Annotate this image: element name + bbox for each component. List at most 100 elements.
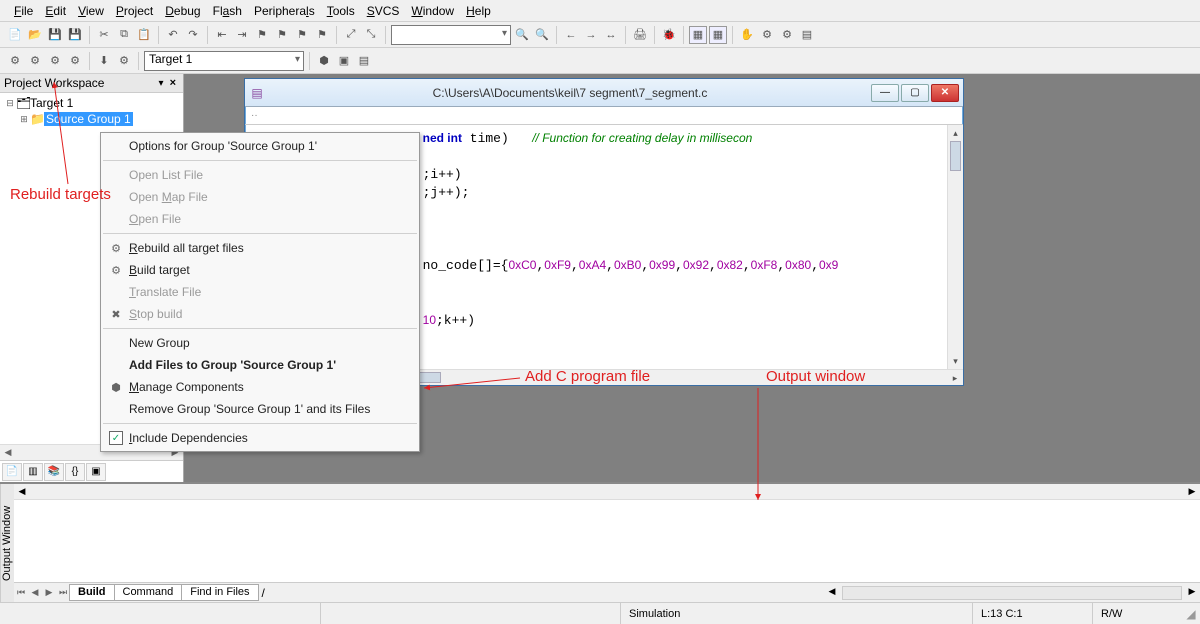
rebuild-icon[interactable]: ⚙ (26, 52, 44, 70)
output-content[interactable] (14, 500, 1200, 582)
ctx-manage-components[interactable]: ⬢Manage Components (101, 376, 419, 398)
maximize-button[interactable]: ▢ (901, 84, 929, 102)
tool-c-icon[interactable]: ⚙ (778, 26, 796, 44)
ctx-open-list-file: Open List File (101, 164, 419, 186)
tab-func-icon[interactable]: {} (65, 463, 85, 481)
bookmark-clear-icon[interactable]: ⚑ (313, 26, 331, 44)
menu-help[interactable]: Help (460, 2, 497, 20)
toolbar-build: ⚙ ⚙ ⚙ ⚙ ⬇ ⚙ Target 1 ⬢ ▣ ▤ (0, 48, 1200, 74)
menu-bar: File Edit View Project Debug Flash Perip… (0, 0, 1200, 22)
new-file-icon[interactable]: 📄 (6, 26, 24, 44)
find-in-files-icon[interactable]: 🔍 (533, 26, 551, 44)
tab-find[interactable]: Find in Files (181, 584, 258, 601)
indent-left-icon[interactable]: ⇤ (213, 26, 231, 44)
toolbar-main: 📄 📂 💾 💾 ✂ ⧉ 📋 ↶ ↷ ⇤ ⇥ ⚑ ⚑ ⚑ ⚑ ⤢ ⤡ 🔍 🔍 ← … (0, 22, 1200, 48)
menu-view[interactable]: View (72, 2, 110, 20)
open-icon[interactable]: 📂 (26, 26, 44, 44)
ctx-remove-group[interactable]: Remove Group 'Source Group 1' and its Fi… (101, 398, 419, 420)
close-panel-icon[interactable]: × (167, 77, 179, 89)
menu-debug[interactable]: Debug (159, 2, 206, 20)
resize-grip-icon[interactable]: ◢ (1182, 607, 1200, 621)
tree-group[interactable]: ⊞📁 Source Group 1 (4, 111, 179, 127)
ctx-new-group[interactable]: New Group (101, 332, 419, 354)
output-hscroll[interactable]: ◀▶ (268, 586, 1200, 600)
save-icon[interactable]: 💾 (46, 26, 64, 44)
menu-peripherals[interactable]: Peripherals (248, 2, 321, 20)
output-tabs: ⏮ ◀ ▶ ⏭ Build Command Find in Files / ◀▶ (14, 582, 1200, 602)
workspace-tabs: 📄 ▥ 📚 {} ▣ (0, 460, 183, 482)
tab-temp-icon[interactable]: ▣ (86, 463, 106, 481)
undo-icon[interactable]: ↶ (164, 26, 182, 44)
tab-build[interactable]: Build (69, 584, 115, 601)
bookmark-prev-icon[interactable]: ⚑ (273, 26, 291, 44)
cut-icon[interactable]: ✂ (95, 26, 113, 44)
batch-icon[interactable]: ▣ (335, 52, 353, 70)
output-tab-next-icon[interactable]: ▶ (42, 587, 56, 598)
menu-tools[interactable]: Tools (321, 2, 361, 20)
editor-titlebar[interactable]: ▤ C:\Users\A\Documents\keil\7 segment\7_… (245, 79, 963, 107)
search-combo[interactable] (391, 25, 511, 45)
menu-flash[interactable]: Flash (207, 2, 248, 20)
ctx-include-deps[interactable]: ✓Include Dependencies (101, 427, 419, 449)
find-icon[interactable]: 🔍 (513, 26, 531, 44)
tool-d-icon[interactable]: ▤ (798, 26, 816, 44)
build-icon[interactable]: ⚙ (6, 52, 24, 70)
project-workspace-title: Project Workspace ▾ × (0, 74, 183, 93)
flash-icon[interactable]: ▤ (355, 52, 373, 70)
menu-edit[interactable]: Edit (39, 2, 72, 20)
status-bar: Simulation L:13 C:1 R/W ◢ (0, 602, 1200, 624)
tab-books-icon[interactable]: 📚 (44, 463, 64, 481)
bookmark-next-icon[interactable]: ⚑ (293, 26, 311, 44)
minimize-button[interactable]: — (871, 84, 899, 102)
toggle2-icon[interactable]: ⤡ (362, 26, 380, 44)
ctx-options-group[interactable]: Options for Group 'Source Group 1' (101, 135, 419, 157)
nav-back-icon[interactable]: ← (562, 26, 580, 44)
ctx-rebuild-all[interactable]: ⚙Rebuild all target files (101, 237, 419, 259)
tree-group-label: Source Group 1 (44, 112, 133, 126)
tree-root[interactable]: ⊟🗂 Target 1 (4, 95, 179, 111)
editor-vscroll[interactable]: ▴ ▾ (947, 125, 963, 369)
editor-line-indicator: ·· (251, 110, 258, 121)
print-icon[interactable]: 🖨 (631, 26, 649, 44)
output-tab-prev-icon[interactable]: ◀ (28, 587, 42, 598)
nav-fwd-icon[interactable]: → (582, 26, 600, 44)
bookmark-icon[interactable]: ⚑ (253, 26, 271, 44)
status-pos: L:13 C:1 (972, 603, 1092, 624)
nav-icon[interactable]: ↔ (602, 26, 620, 44)
debug-icon[interactable]: 🐞 (660, 26, 678, 44)
paste-icon[interactable]: 📋 (135, 26, 153, 44)
project-tree[interactable]: ⊟🗂 Target 1 ⊞📁 Source Group 1 (0, 93, 183, 129)
tab-files-icon[interactable]: 📄 (2, 463, 22, 481)
target-combo[interactable]: Target 1 (144, 51, 304, 71)
tool-b-icon[interactable]: ⚙ (758, 26, 776, 44)
pin-icon[interactable]: ▾ (156, 78, 167, 89)
menu-svcs[interactable]: SVCS (361, 2, 406, 20)
save-all-icon[interactable]: 💾 (66, 26, 84, 44)
redo-icon[interactable]: ↷ (184, 26, 202, 44)
ctx-build-target[interactable]: ⚙Build target (101, 259, 419, 281)
copy-icon[interactable]: ⧉ (115, 26, 133, 44)
window2-icon[interactable]: ▦ (709, 26, 727, 44)
window1-icon[interactable]: ▦ (689, 26, 707, 44)
menu-project[interactable]: Project (110, 2, 159, 20)
manage-icon[interactable]: ⬢ (315, 52, 333, 70)
output-tab-first-icon[interactable]: ⏮ (14, 587, 28, 598)
menu-window[interactable]: Window (405, 2, 460, 20)
close-button[interactable]: ✕ (931, 84, 959, 102)
options-icon[interactable]: ⚙ (115, 52, 133, 70)
editor-tabstrip: ·· (245, 107, 963, 125)
tool-a-icon[interactable]: ✋ (738, 26, 756, 44)
rebuild-all-icon[interactable]: ⚙ (46, 52, 64, 70)
output-tab-last-icon[interactable]: ⏭ (56, 587, 70, 598)
menu-file[interactable]: File (8, 2, 39, 20)
editor-title: C:\Users\A\Documents\keil\7 segment\7_se… (269, 86, 871, 100)
ctx-add-files[interactable]: Add Files to Group 'Source Group 1' (101, 354, 419, 376)
download-icon[interactable]: ⬇ (95, 52, 113, 70)
toggle-icon[interactable]: ⤢ (342, 26, 360, 44)
output-top-scroll[interactable]: ◀▶ (14, 484, 1200, 500)
indent-right-icon[interactable]: ⇥ (233, 26, 251, 44)
ctx-open-file: Open File (101, 208, 419, 230)
stop-build-icon[interactable]: ⚙ (66, 52, 84, 70)
tab-regs-icon[interactable]: ▥ (23, 463, 43, 481)
tab-command[interactable]: Command (114, 584, 183, 601)
